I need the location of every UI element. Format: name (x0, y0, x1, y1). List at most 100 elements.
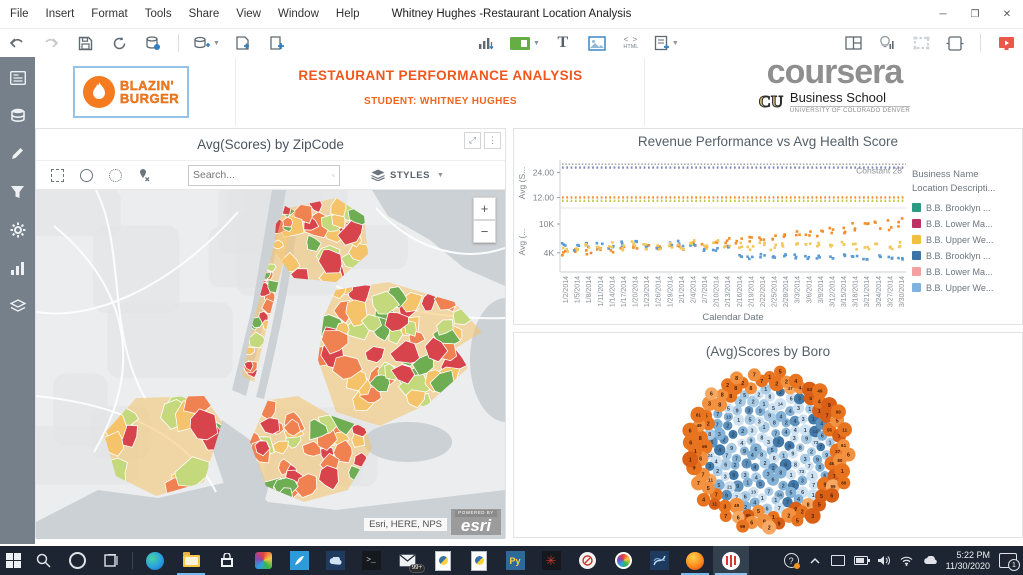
data-source-icon[interactable] (9, 107, 26, 124)
menu-share[interactable]: Share (189, 8, 220, 20)
legend-item[interactable]: B.B. Brooklyn ... (912, 203, 1018, 213)
settings-gear-icon[interactable] (9, 221, 26, 238)
task-view-icon[interactable] (94, 546, 128, 575)
legend-item[interactable]: B.B. Lower Ma... (912, 219, 1018, 229)
new-dashboard-icon[interactable] (266, 31, 288, 55)
onedrive-icon[interactable] (317, 546, 353, 575)
analytics-bars-icon[interactable] (9, 259, 26, 276)
cu-emblem-icon: CU (759, 90, 783, 114)
onedrive-tray-icon[interactable] (923, 556, 937, 565)
dashboard-title: RESTAURANT PERFORMANCE ANALYSIS (237, 68, 644, 83)
wifi-icon[interactable] (900, 556, 914, 566)
svg-text:3/30/2014: 3/30/2014 (899, 276, 906, 307)
python-file-icon-2[interactable] (461, 546, 497, 575)
zoom-out-button[interactable]: − (473, 220, 496, 243)
radial-select-icon[interactable] (79, 168, 93, 182)
undo-icon[interactable] (6, 31, 28, 55)
svg-text:7: 7 (724, 514, 727, 520)
dashboard-subtitle: STUDENT: WHITNEY HUGHES (237, 96, 644, 107)
text-object-icon[interactable]: T (552, 31, 574, 55)
close-button[interactable]: ✕ (991, 0, 1023, 28)
svg-text:2/1/2014: 2/1/2014 (679, 276, 686, 303)
store-icon[interactable] (209, 546, 245, 575)
battery-icon[interactable] (854, 556, 868, 565)
menu-file[interactable]: File (10, 8, 29, 20)
menu-insert[interactable]: Insert (46, 8, 75, 20)
tablet-mode-icon[interactable] (831, 555, 845, 566)
diagram-app-icon[interactable] (569, 546, 605, 575)
minimize-button[interactable]: ─ (927, 0, 959, 28)
python-app-icon[interactable]: Py (497, 546, 533, 575)
refresh-icon[interactable] (108, 31, 130, 55)
extension-object-icon[interactable]: ▼ (654, 31, 679, 55)
show-me-bulb-icon[interactable] (876, 31, 898, 55)
add-data-icon[interactable]: ▼ (193, 31, 220, 55)
bubble-chart-plot[interactable]: 5836622814729441694339788434387262839194… (514, 363, 1022, 537)
svg-text:8: 8 (818, 465, 821, 471)
action-center-icon[interactable]: 1 (999, 553, 1017, 568)
svg-text:4: 4 (715, 459, 718, 465)
firefox-icon[interactable] (677, 546, 713, 575)
filter-funnel-icon[interactable] (9, 183, 26, 200)
taskbar-search-icon[interactable] (26, 546, 60, 575)
layers-icon[interactable] (9, 297, 26, 314)
revenue-chart-plot[interactable]: Constant 2824.0012.00Avg (S...10K4KAvg (… (514, 154, 912, 322)
edit-pencil-icon[interactable] (9, 145, 26, 162)
expand-icon[interactable]: ⤢ (464, 132, 481, 149)
paint-app-icon[interactable] (281, 546, 317, 575)
file-explorer-icon[interactable] (173, 546, 209, 575)
lasso-select-icon[interactable] (108, 168, 122, 182)
cortana-icon[interactable] (60, 546, 94, 575)
zoom-in-button[interactable]: + (473, 197, 496, 220)
start-button[interactable] (0, 546, 26, 575)
edge-icon[interactable] (137, 546, 173, 575)
new-worksheet-icon[interactable] (232, 31, 254, 55)
map-search-input[interactable] (189, 169, 332, 181)
menu-format[interactable]: Format (91, 8, 127, 20)
selection-frame-icon[interactable] (910, 31, 932, 55)
volume-icon[interactable] (877, 555, 891, 566)
curves-app-icon[interactable] (641, 546, 677, 575)
datasource-status-icon[interactable] (142, 31, 164, 55)
device-preview-icon[interactable] (944, 31, 966, 55)
svg-text:9: 9 (732, 473, 735, 479)
menu-help[interactable]: Help (336, 8, 360, 20)
legend-item[interactable]: B.B. Upper We... (912, 283, 1018, 293)
pinwheel-app-icon[interactable] (605, 546, 641, 575)
terminal-icon[interactable]: >_ (353, 546, 389, 575)
svg-text:3: 3 (748, 408, 751, 414)
svg-text:1: 1 (841, 469, 844, 475)
html-object-icon[interactable]: < >HTML (620, 31, 642, 55)
legend-item[interactable]: B.B. Upper We... (912, 235, 1018, 245)
redo-icon[interactable] (40, 31, 62, 55)
legend-item[interactable]: B.B. Lower Ma... (912, 267, 1018, 277)
presentation-mode-icon[interactable] (995, 31, 1017, 55)
clear-pins-icon[interactable] (137, 168, 151, 182)
image-object-icon[interactable] (586, 31, 608, 55)
more-options-icon[interactable]: ⋮ (484, 132, 501, 149)
layout-grid-icon[interactable] (842, 31, 864, 55)
svg-text:2/16/2014: 2/16/2014 (737, 276, 744, 307)
photos-app-icon[interactable] (245, 546, 281, 575)
sort-bars-icon[interactable] (475, 31, 497, 55)
svg-text:7: 7 (725, 453, 728, 459)
network-graph-app-icon[interactable]: ✳ (533, 546, 569, 575)
container-object-icon[interactable]: ▼ (509, 31, 540, 55)
help-tray-icon[interactable]: ? (784, 553, 799, 568)
legend-item[interactable]: B.B. Brooklyn ... (912, 251, 1018, 261)
menu-window[interactable]: Window (278, 8, 319, 20)
clock[interactable]: 5:22 PM 11/30/2020 (946, 550, 990, 572)
python-file-icon[interactable] (425, 546, 461, 575)
map-canvas[interactable]: + − Esri, HERE, NPS POWERED BY esri (36, 190, 505, 539)
report-outline-icon[interactable] (9, 69, 26, 86)
tableau-icon[interactable] (713, 546, 749, 575)
menu-view[interactable]: View (236, 8, 261, 20)
svg-text:3/21/2014: 3/21/2014 (864, 276, 871, 307)
mail-icon[interactable]: 99+ (389, 546, 425, 575)
menu-tools[interactable]: Tools (145, 8, 172, 20)
rectangle-select-icon[interactable] (50, 168, 64, 182)
restore-button[interactable]: ❐ (959, 0, 991, 28)
map-styles-button[interactable]: STYLES ▼ (371, 169, 444, 181)
save-icon[interactable] (74, 31, 96, 55)
tray-chevron-icon[interactable] (808, 557, 822, 564)
